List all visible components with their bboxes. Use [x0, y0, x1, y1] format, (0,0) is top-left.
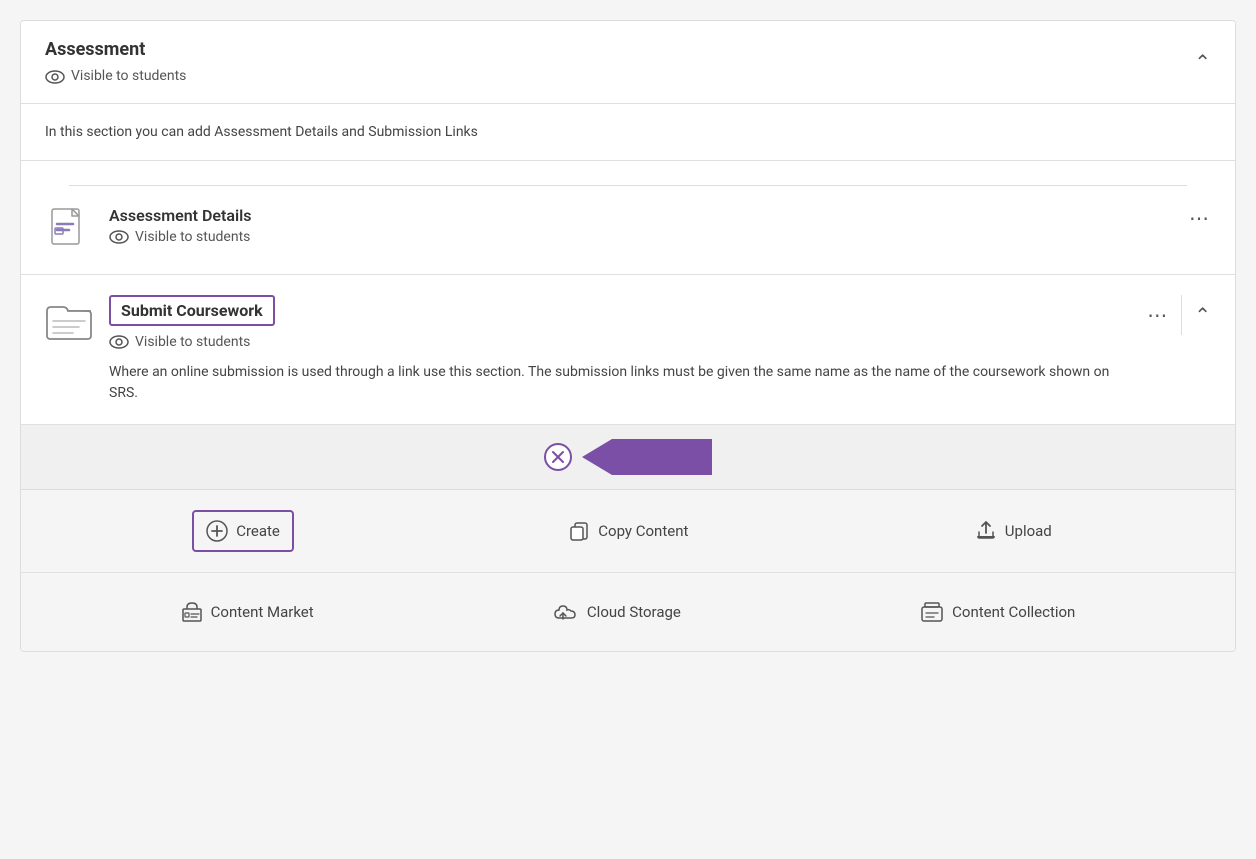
content-collection-label: Content Collection [952, 603, 1075, 621]
submit-folder-icon [45, 295, 93, 343]
close-button[interactable] [544, 443, 572, 471]
create-button[interactable]: Create [192, 510, 294, 552]
submit-coursework-title-box: Submit Coursework [109, 295, 275, 326]
description-text: In this section you can add Assessment D… [45, 124, 478, 140]
purple-arrow-icon [582, 439, 712, 475]
description-section: In this section you can add Assessment D… [21, 104, 1235, 161]
toolbar-row-1: Create Copy Content Upload [21, 490, 1235, 573]
submit-coursework-menu-icon[interactable]: ⋯ [1147, 303, 1169, 327]
submit-coursework-row: Submit Coursework Visible to students Wh… [21, 275, 1235, 425]
upload-button[interactable]: Upload [963, 512, 1064, 550]
arrow-section [21, 425, 1235, 490]
create-icon [206, 520, 228, 542]
content-market-button[interactable]: Content Market [169, 593, 326, 631]
collapse-chevron-icon[interactable]: ⌃ [1194, 50, 1211, 74]
submit-coursework-actions: ⋯ ⌃ [1147, 295, 1211, 335]
create-label: Create [236, 522, 280, 540]
upload-icon [975, 520, 997, 542]
submit-coursework-collapse-icon[interactable]: ⌃ [1194, 303, 1211, 327]
copy-content-label: Copy Content [598, 522, 688, 540]
submit-coursework-title: Submit Coursework [121, 301, 263, 320]
assessment-visible-text: Visible to students [71, 68, 186, 84]
vertical-divider [1181, 295, 1182, 335]
assessment-details-menu-icon[interactable]: ⋯ [1189, 206, 1211, 230]
copy-content-icon [568, 520, 590, 542]
upload-label: Upload [1005, 522, 1052, 540]
copy-content-button[interactable]: Copy Content [556, 512, 700, 550]
assessment-details-title: Assessment Details [109, 206, 1173, 225]
assessment-details-row: Assessment Details Visible to students ⋯ [21, 186, 1235, 275]
assessment-title: Assessment [45, 39, 186, 60]
content-collection-button[interactable]: Content Collection [908, 593, 1087, 631]
content-collection-icon [920, 601, 944, 623]
assessment-header: Assessment Visible to students ⌃ [21, 21, 1235, 104]
cloud-storage-button[interactable]: Cloud Storage [541, 594, 693, 630]
assessment-details-info: Assessment Details Visible to students [109, 206, 1173, 245]
submit-coursework-content: Submit Coursework Visible to students Wh… [109, 295, 1131, 404]
assessment-details-icon [45, 206, 93, 254]
assessment-details-visible: Visible to students [109, 229, 1173, 245]
assessment-header-left: Assessment Visible to students [45, 39, 186, 85]
content-market-icon [181, 601, 203, 623]
toolbar: Create Copy Content Upload [21, 490, 1235, 651]
assessment-details-actions: ⋯ [1189, 206, 1211, 230]
eye-icon [45, 66, 65, 85]
submit-coursework-visible-text: Visible to students [135, 334, 250, 350]
content-market-label: Content Market [211, 603, 314, 621]
submit-coursework-visible: Visible to students [109, 334, 1131, 350]
main-container: Assessment Visible to students ⌃ In this… [20, 20, 1236, 652]
assessment-details-visible-text: Visible to students [135, 229, 250, 245]
cloud-storage-icon [553, 602, 579, 622]
cloud-storage-label: Cloud Storage [587, 603, 681, 621]
assessment-visible-label: Visible to students [45, 66, 186, 85]
toolbar-row-2: Content Market Cloud Storage [21, 573, 1235, 651]
submit-coursework-description: Where an online submission is used throu… [109, 362, 1131, 404]
